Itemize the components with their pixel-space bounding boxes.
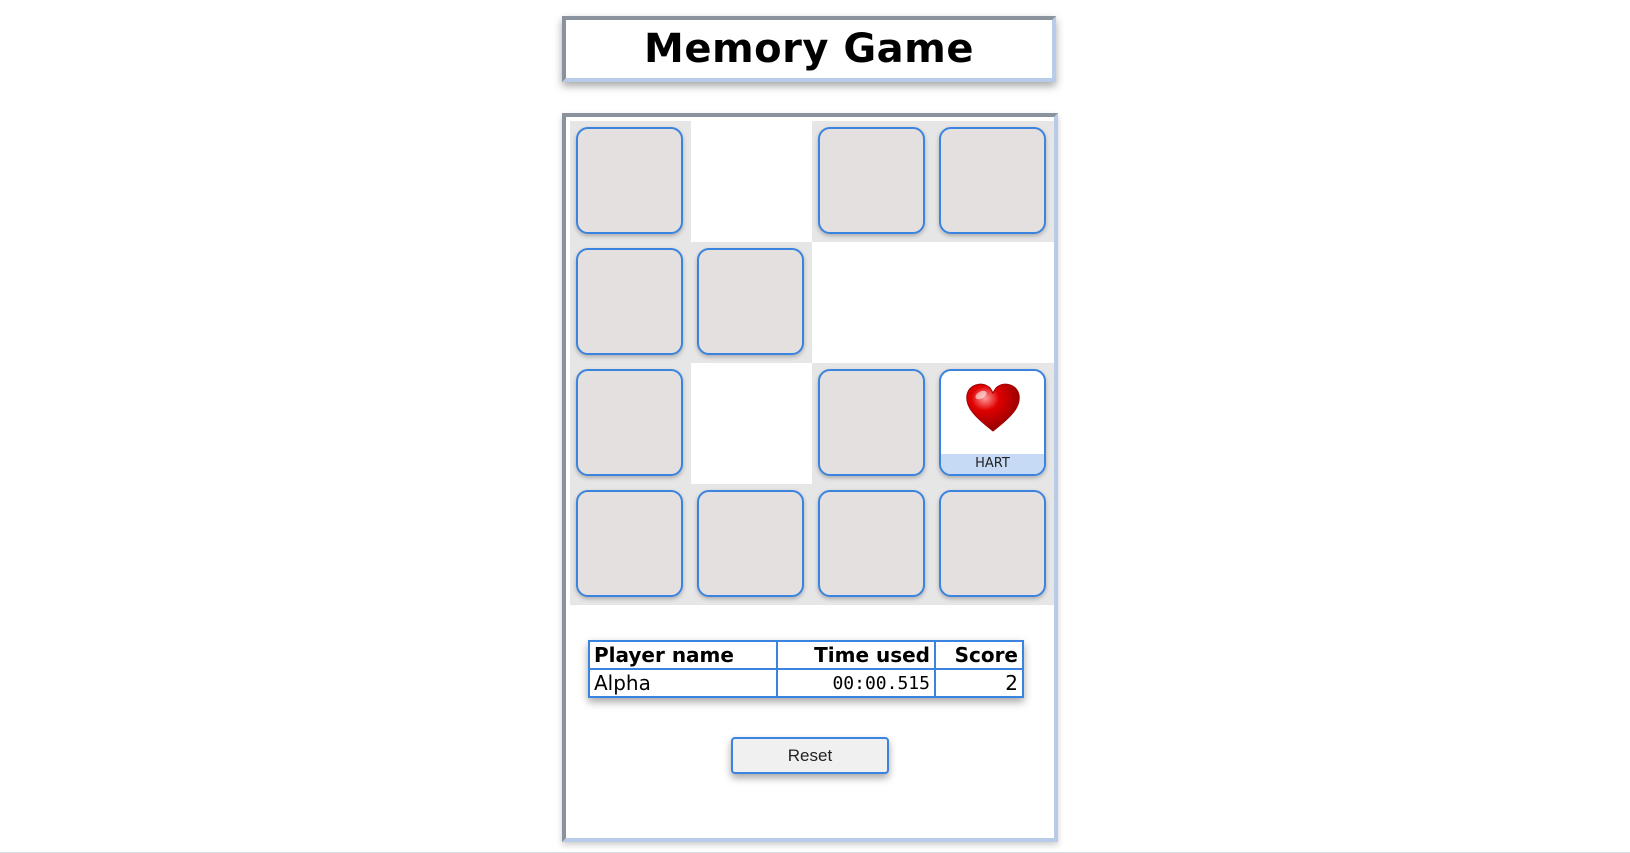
score-table: Player name Time used Score Alpha 00:00.… bbox=[588, 640, 1024, 698]
board-cell: HART bbox=[933, 363, 1054, 484]
board-cell bbox=[691, 484, 812, 605]
card-face-down[interactable] bbox=[576, 127, 683, 234]
page-title: Memory Game bbox=[644, 26, 974, 72]
score-table-header-row: Player name Time used Score bbox=[588, 640, 1024, 670]
column-header-time-used: Time used bbox=[776, 640, 936, 670]
card-face-down[interactable] bbox=[818, 127, 925, 234]
time-used-cell: 00:00.515 bbox=[776, 668, 936, 698]
board-cell bbox=[812, 121, 933, 242]
board-cell bbox=[933, 242, 1054, 363]
card-face-down[interactable] bbox=[818, 490, 925, 597]
card-face-down[interactable] bbox=[818, 369, 925, 476]
board-cell bbox=[570, 363, 691, 484]
score-cell: 2 bbox=[934, 668, 1024, 698]
card-label: HART bbox=[941, 454, 1044, 474]
board-cell bbox=[570, 121, 691, 242]
board-cell bbox=[691, 121, 812, 242]
board-cell bbox=[812, 363, 933, 484]
card-face-down[interactable] bbox=[697, 490, 804, 597]
board-cell bbox=[691, 242, 812, 363]
column-header-player-name: Player name bbox=[588, 640, 778, 670]
title-box: Memory Game bbox=[562, 16, 1056, 82]
board-cell bbox=[812, 242, 933, 363]
page: Memory Game HART Player name Time used S… bbox=[0, 0, 1630, 853]
card-face-down[interactable] bbox=[576, 490, 683, 597]
board-cell bbox=[691, 363, 812, 484]
board-cell bbox=[812, 484, 933, 605]
board-cell bbox=[933, 121, 1054, 242]
card-face-down[interactable] bbox=[939, 127, 1046, 234]
reset-button[interactable]: Reset bbox=[731, 737, 889, 774]
board-cell bbox=[570, 242, 691, 363]
card-face-down[interactable] bbox=[697, 248, 804, 355]
game-panel: HART Player name Time used Score Alpha 0… bbox=[562, 113, 1058, 842]
card-face-down[interactable] bbox=[576, 369, 683, 476]
table-row: Alpha 00:00.515 2 bbox=[588, 668, 1024, 698]
heart-icon bbox=[966, 383, 1020, 432]
card-face-down[interactable] bbox=[939, 490, 1046, 597]
board-cell bbox=[570, 484, 691, 605]
column-header-score: Score bbox=[934, 640, 1024, 670]
board-cell bbox=[933, 484, 1054, 605]
player-name-cell: Alpha bbox=[588, 668, 778, 698]
card-face-down[interactable] bbox=[576, 248, 683, 355]
card-grid: HART bbox=[570, 121, 1054, 605]
card-face-up[interactable]: HART bbox=[939, 369, 1046, 476]
